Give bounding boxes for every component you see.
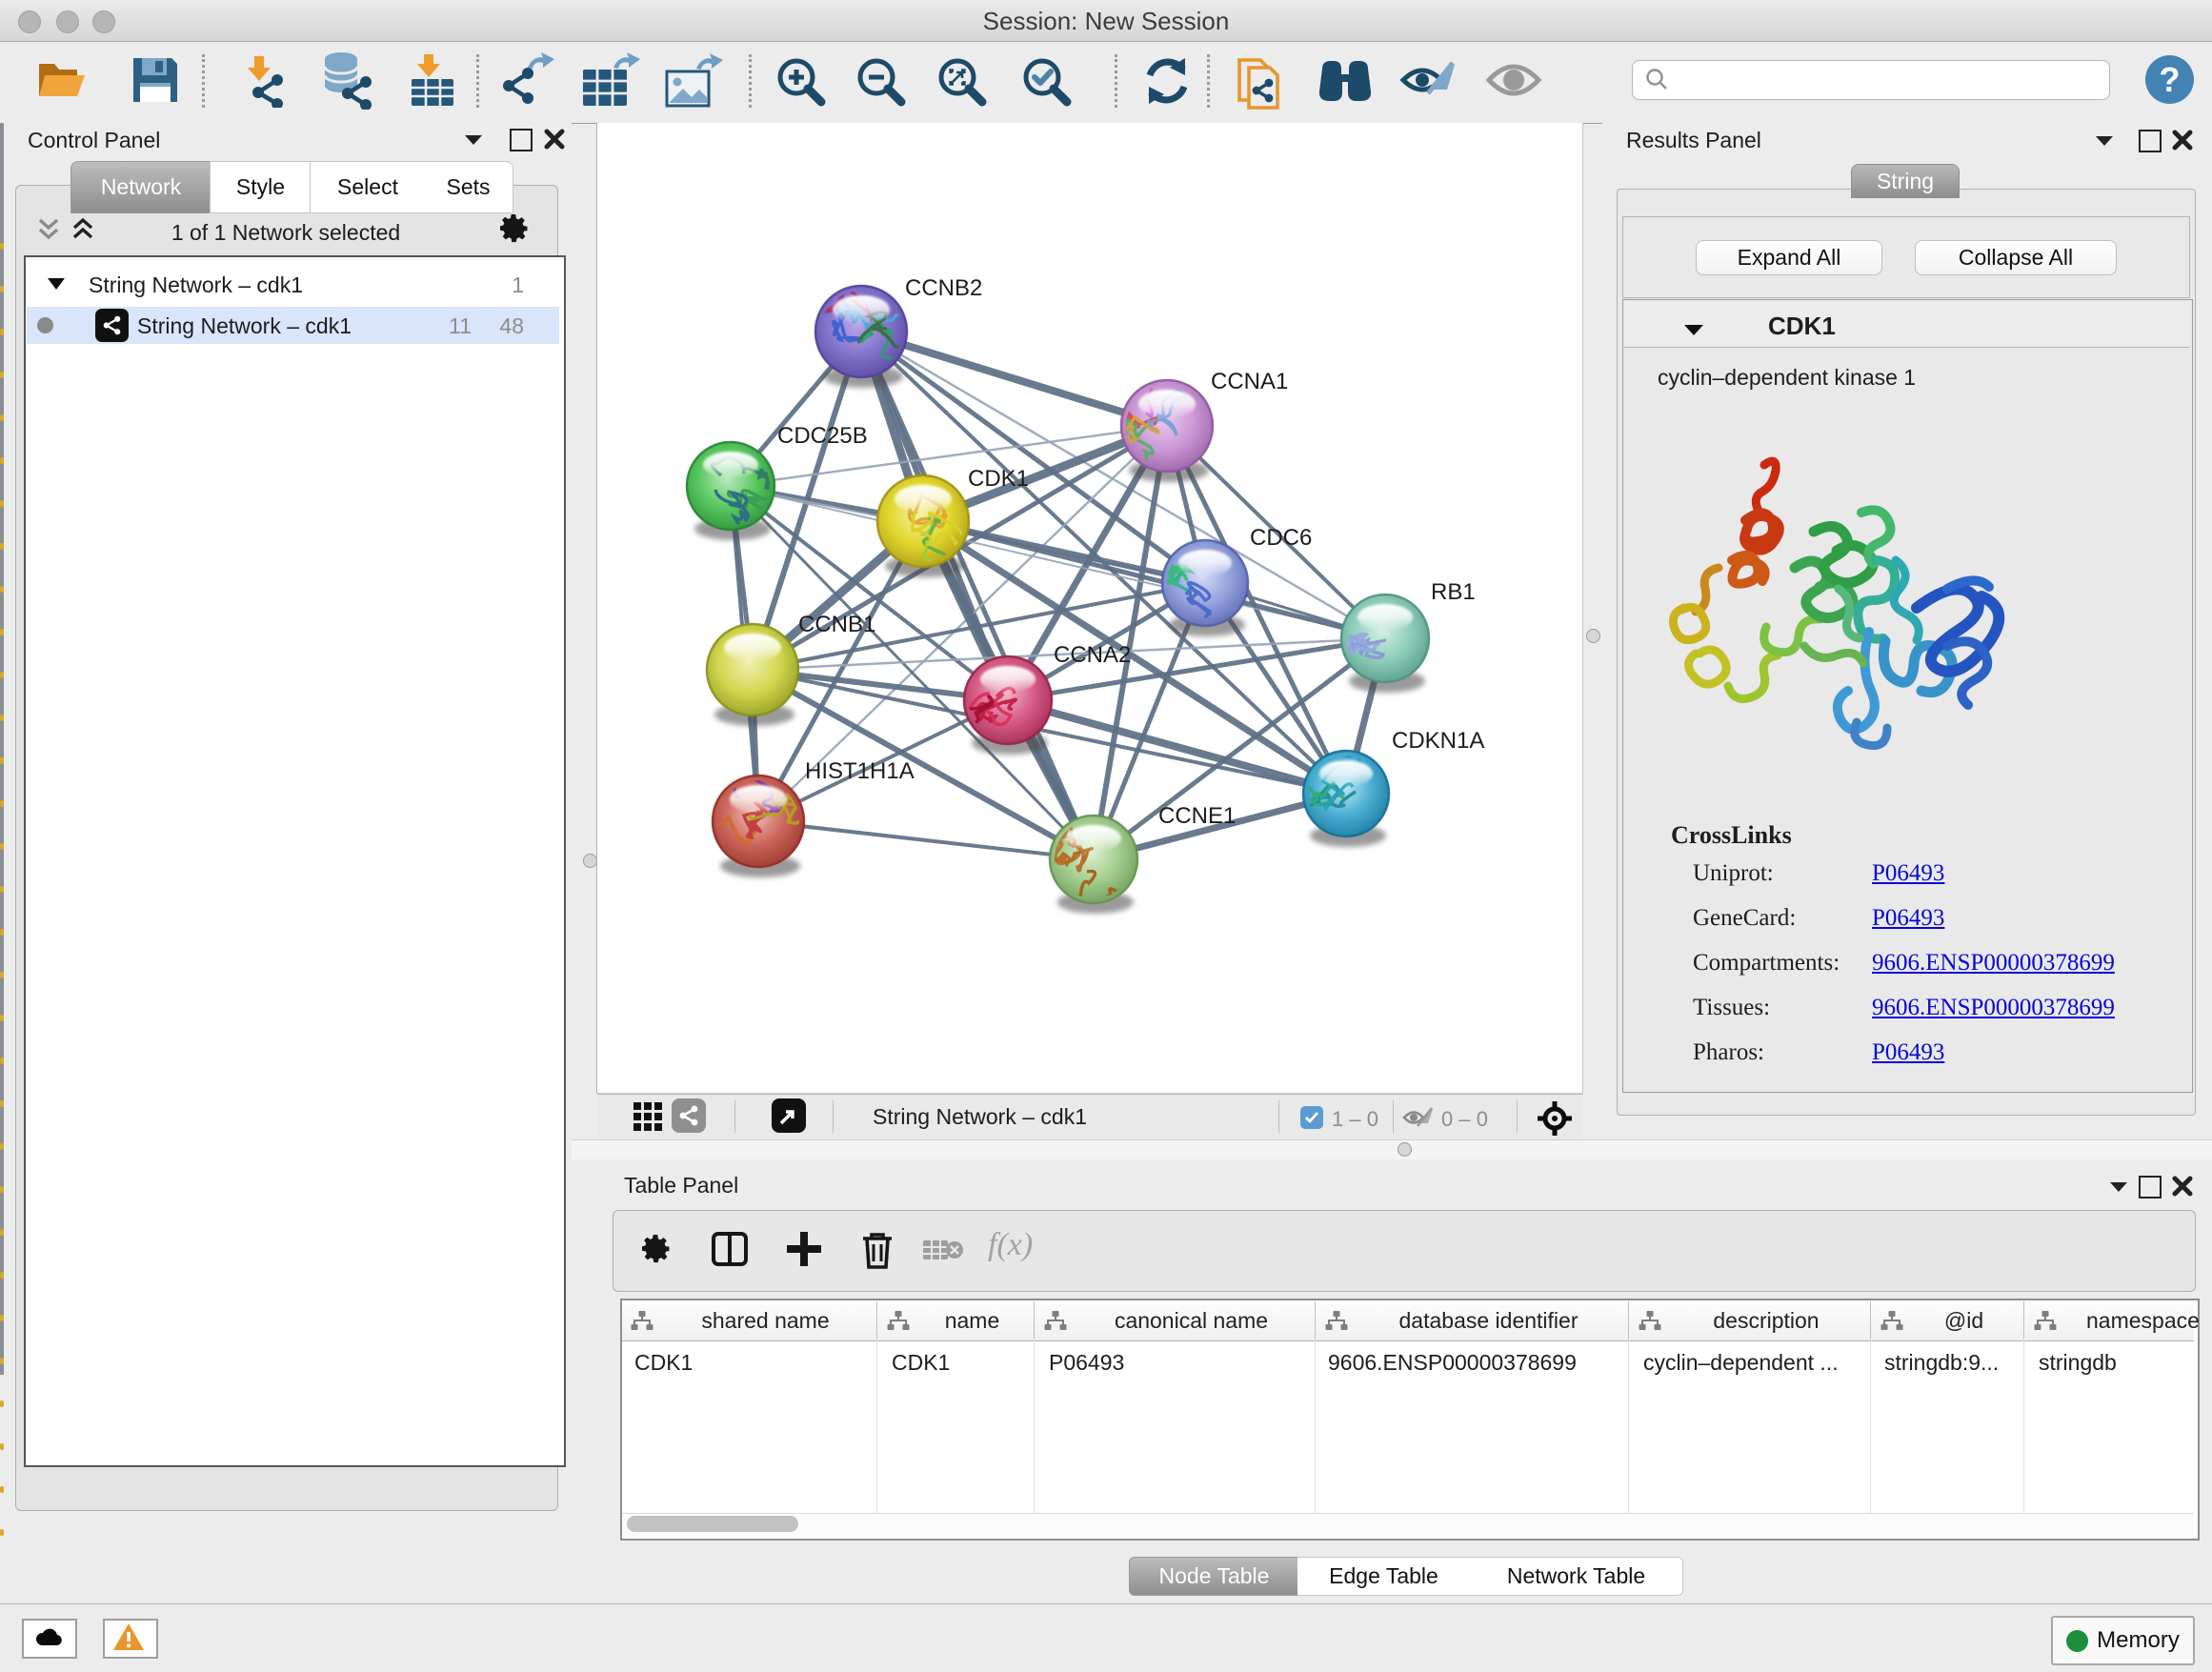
svg-text:RB1: RB1 bbox=[1431, 579, 1476, 605]
svg-text:CCNA2: CCNA2 bbox=[1054, 642, 1131, 668]
svg-text:CCNB2: CCNB2 bbox=[905, 275, 982, 301]
svg-text:CDC25B: CDC25B bbox=[777, 423, 868, 449]
svg-text:CCNB1: CCNB1 bbox=[798, 612, 875, 637]
svg-text:CDKN1A: CDKN1A bbox=[1392, 728, 1484, 754]
svg-text:HIST1H1A: HIST1H1A bbox=[805, 758, 915, 784]
svg-text:CDC6: CDC6 bbox=[1250, 525, 1312, 551]
svg-text:CCNE1: CCNE1 bbox=[1158, 803, 1236, 829]
svg-text:CDK1: CDK1 bbox=[968, 466, 1029, 492]
svg-text:CCNA1: CCNA1 bbox=[1211, 369, 1288, 394]
